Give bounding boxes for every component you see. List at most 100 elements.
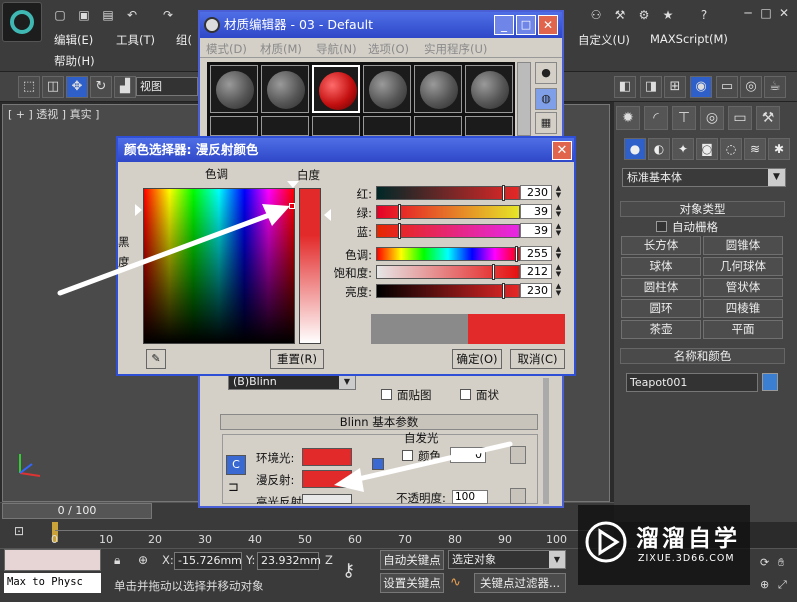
object-type-rollout[interactable]: 对象类型 (620, 201, 785, 217)
saturation-slider[interactable] (376, 265, 520, 279)
close-icon[interactable]: ✕ (776, 6, 792, 20)
hue-value[interactable]: 255 (520, 246, 552, 261)
menu-utilities[interactable]: 实用程序(U) (424, 41, 487, 57)
menu-navigation[interactable]: 导航(N) (316, 41, 357, 57)
set-key-button[interactable]: 设置关键点 (380, 573, 444, 593)
sample-slot[interactable] (414, 65, 462, 113)
primitive-category-dropdown[interactable]: 标准基本体 ▼ (622, 168, 786, 187)
minimize-icon[interactable]: _ (494, 15, 514, 35)
auto-key-button[interactable]: 自动关键点 (380, 550, 444, 570)
box-button[interactable]: 长方体 (621, 236, 701, 255)
hue-cursor[interactable] (289, 203, 295, 209)
face-map-checkbox[interactable] (381, 389, 392, 400)
menu-group[interactable]: 组( (176, 32, 192, 48)
saturation-slider-handle[interactable] (492, 264, 495, 280)
brightness-value[interactable]: 230 (520, 283, 552, 298)
lock-icon[interactable]: 🔒︎ (114, 553, 120, 568)
sample-slot[interactable] (465, 116, 513, 136)
shader-dropdown[interactable]: (B)Blinn ▼ (228, 374, 356, 390)
menu-options[interactable]: 选项(O) (368, 41, 409, 57)
community-icon[interactable]: ⚙ (636, 8, 652, 22)
pyramid-button[interactable]: 四棱锥 (703, 299, 783, 318)
display-tab-icon[interactable]: ▭ (728, 106, 752, 130)
object-name-field[interactable]: Teapot001 (626, 373, 758, 392)
diffuse-color-swatch[interactable] (302, 470, 352, 488)
sample-slot[interactable] (312, 116, 360, 136)
maximize-icon[interactable]: □ (758, 6, 774, 20)
motion-tab-icon[interactable]: ◎ (700, 106, 724, 130)
name-color-rollout[interactable]: 名称和颜色 (620, 348, 785, 364)
help-icon[interactable]: ? (696, 8, 712, 22)
sample-slot[interactable] (261, 65, 309, 113)
object-color-swatch[interactable] (762, 373, 778, 391)
hue-slider[interactable] (376, 247, 520, 261)
cancel-button[interactable]: 取消(C) (510, 349, 565, 369)
reference-coord-dropdown[interactable]: 视图 (136, 77, 198, 96)
binoculars-icon[interactable]: ⚇ (588, 8, 604, 22)
utilities-tab-icon[interactable]: ⚒ (756, 106, 780, 130)
app-logo-button[interactable] (2, 2, 42, 42)
pan-icon[interactable]: ✋︎ (778, 556, 794, 572)
self-illum-color-checkbox[interactable] (402, 450, 413, 461)
blue-slider-handle[interactable] (398, 223, 401, 239)
minimize-icon[interactable]: ─ (740, 6, 756, 20)
params-scrollbar[interactable] (543, 378, 549, 504)
key-icon[interactable]: ⚷ (342, 560, 355, 581)
teapot-button[interactable]: 茶壶 (621, 320, 701, 339)
red-slider-handle[interactable] (502, 185, 505, 201)
hue-slider-handle[interactable] (515, 246, 518, 262)
sample-slot[interactable] (414, 116, 462, 136)
x-coordinate-field[interactable]: -15.726mm (174, 552, 242, 570)
background-icon[interactable]: ▦ (535, 112, 557, 134)
blue-value[interactable]: 39 (520, 223, 552, 238)
color-picker-titlebar[interactable]: 颜色选择器: 漫反射颜色 (118, 138, 574, 162)
menu-help[interactable]: 帮助(H) (54, 53, 95, 69)
reset-button[interactable]: 重置(R) (270, 349, 324, 369)
green-spinner-icon[interactable]: ▲ ▼ (554, 204, 563, 219)
menu-edit[interactable]: 编辑(E) (54, 32, 93, 48)
cone-button[interactable]: 圆锥体 (703, 236, 783, 255)
brightness-slider-handle[interactable] (502, 283, 505, 299)
tube-button[interactable]: 管状体 (703, 278, 783, 297)
zoom-icon[interactable]: ⊕ (760, 578, 776, 594)
diffuse-map-lock-icon[interactable] (372, 458, 384, 470)
wrench-icon[interactable]: ⚒ (612, 8, 628, 22)
cylinder-button[interactable]: 圆柱体 (621, 278, 701, 297)
torus-button[interactable]: 圆环 (621, 299, 701, 318)
specular-color-swatch[interactable] (302, 494, 352, 504)
align-icon[interactable]: ⊞ (664, 76, 686, 98)
new-file-icon[interactable]: ▢ (52, 8, 68, 22)
hue-spinner-icon[interactable]: ▲ ▼ (554, 246, 563, 261)
ambient-color-swatch[interactable] (302, 448, 352, 466)
create-tab-icon[interactable]: ✹ (616, 106, 640, 130)
selection-set-dropdown[interactable]: 选定对象 ▼ (448, 550, 566, 569)
slots-scrollbar[interactable] (517, 62, 531, 136)
blue-spinner-icon[interactable]: ▲ ▼ (554, 223, 563, 238)
time-slider-handle[interactable]: 0 / 100 (2, 503, 152, 519)
key-filters-button[interactable]: 关键点过滤器... (474, 573, 566, 593)
rotate-icon[interactable]: ↻ (90, 76, 112, 98)
hue-pointer-icon[interactable] (287, 181, 299, 188)
ok-button[interactable]: 确定(O) (452, 349, 502, 369)
redo-icon[interactable]: ↷ (160, 8, 176, 22)
original-color-preview[interactable] (371, 314, 468, 344)
sample-slot[interactable] (465, 65, 513, 113)
select-move-icon[interactable]: ✥ (66, 76, 88, 98)
close-icon[interactable]: ✕ (552, 141, 572, 160)
menu-tools[interactable]: 工具(T) (116, 32, 155, 48)
geosphere-button[interactable]: 几何球体 (703, 257, 783, 276)
blinn-basic-params-rollout[interactable]: Blinn 基本参数 (220, 414, 538, 430)
maximize-viewport-icon[interactable]: ⤢ (778, 578, 794, 594)
hierarchy-tab-icon[interactable]: ⊤ (672, 106, 696, 130)
helpers-icon[interactable]: ◌ (720, 138, 742, 160)
trackbar-toggle-icon[interactable]: ⊡ (14, 524, 32, 540)
opacity-value[interactable]: 100 (452, 490, 488, 504)
blackness-pointer-icon[interactable] (135, 204, 142, 216)
mirror-icon[interactable]: ◨ (640, 76, 662, 98)
undo-icon[interactable]: ↶ (124, 8, 140, 22)
cameras-icon[interactable]: ◙ (696, 138, 718, 160)
menu-modes[interactable]: 模式(D) (206, 41, 247, 57)
red-value[interactable]: 230 (520, 185, 552, 200)
orbit-icon[interactable]: ⟳ (760, 556, 776, 572)
backlight-icon[interactable]: ◍ (535, 88, 557, 110)
